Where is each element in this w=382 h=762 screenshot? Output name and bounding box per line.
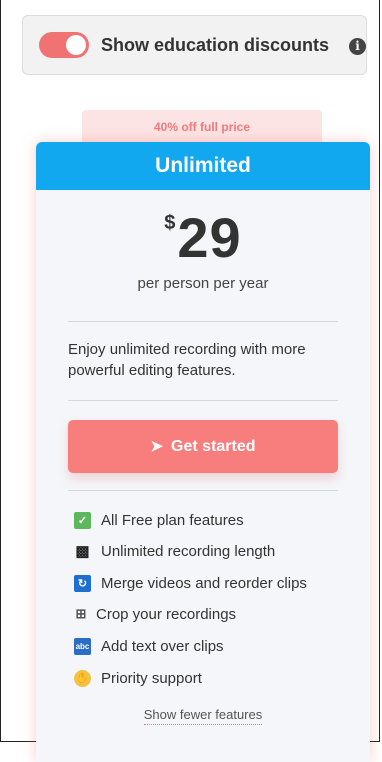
info-icon[interactable]: i	[349, 38, 366, 55]
text-overlay-icon: abc	[74, 637, 91, 655]
plan-card: Unlimited $29 per person per year Enjoy …	[36, 142, 370, 762]
get-started-button[interactable]: ➤ Get started	[68, 420, 338, 473]
education-discount-toggle-bar: Show education discounts i	[22, 15, 367, 75]
video-camera-icon: ▩	[75, 543, 90, 560]
get-started-label: Get started	[171, 437, 256, 455]
divider	[68, 321, 338, 322]
waving-hand-icon: ✋	[74, 669, 91, 687]
price-currency: $	[164, 212, 176, 234]
price-amount: 29	[177, 206, 242, 269]
switch-knob	[66, 35, 86, 55]
plan-description: Enjoy unlimited recording with more powe…	[68, 341, 306, 379]
feature-label: Merge videos and reorder clips	[101, 574, 307, 592]
feature-item: ▩ Unlimited recording length	[74, 541, 275, 561]
feature-item: ↻ Merge videos and reorder clips	[74, 573, 307, 593]
price: $29	[36, 206, 370, 270]
checkmark-icon: ✓	[74, 511, 91, 529]
price-period: per person per year	[137, 275, 269, 292]
crop-icon: ⊞	[75, 606, 87, 621]
show-fewer-features-link[interactable]: Show fewer features	[36, 707, 370, 725]
feature-item: ⊞ Crop your recordings	[74, 604, 237, 624]
show-fewer-features-label[interactable]: Show fewer features	[143, 707, 263, 725]
feature-item: abc Add text over clips	[74, 636, 224, 656]
rocket-icon: ➤	[150, 438, 164, 455]
feature-item: ✋ Priority support	[74, 668, 202, 688]
feature-label: Priority support	[101, 669, 202, 687]
plan-name: Unlimited	[36, 142, 370, 190]
education-discount-switch[interactable]	[39, 32, 89, 58]
feature-label: Crop your recordings	[96, 605, 237, 623]
merge-loop-icon: ↻	[74, 574, 91, 592]
divider	[68, 490, 338, 491]
feature-label: Unlimited recording length	[101, 542, 276, 560]
divider	[68, 400, 338, 401]
education-discount-label[interactable]: Show education discounts	[101, 35, 329, 56]
discount-badge: 40% off full price	[82, 110, 322, 142]
feature-label: All Free plan features	[101, 511, 244, 529]
feature-item: ✓ All Free plan features	[74, 510, 244, 530]
feature-label: Add text over clips	[101, 637, 224, 655]
